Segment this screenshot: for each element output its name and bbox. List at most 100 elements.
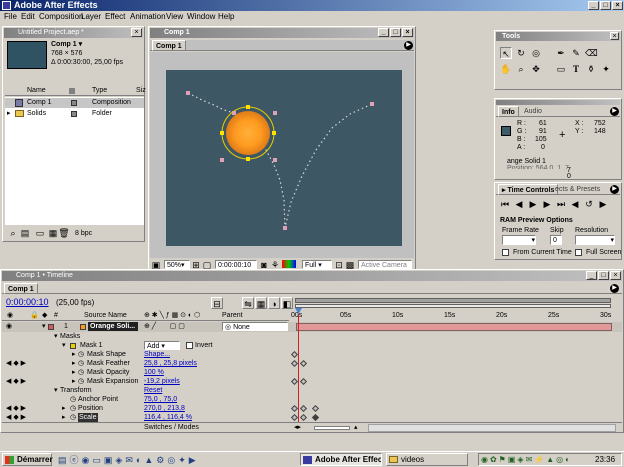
region-icon[interactable]: ⊡ — [334, 259, 344, 270]
folder-icon[interactable]: ▭ — [92, 455, 104, 465]
camera-dropdown[interactable]: Active Camera — [358, 260, 412, 269]
timeline-maximize-button[interactable]: □ — [598, 271, 609, 280]
property-value[interactable]: 75,0 , 75,0 — [144, 395, 177, 404]
mask-mode-dropdown[interactable]: Add ▾ — [144, 341, 180, 350]
close-button[interactable]: × — [612, 1, 623, 10]
eraser-tool-icon[interactable]: ⌫ — [585, 47, 598, 59]
property-value[interactable]: Shape... — [144, 350, 170, 359]
expand-arrow-icon[interactable]: ▾ — [54, 332, 58, 341]
menu-help[interactable]: Help — [218, 11, 234, 23]
menu-layer[interactable]: Layer — [81, 11, 101, 23]
expand-arrow-icon[interactable]: ▸ — [72, 368, 76, 377]
column-type[interactable]: Type — [92, 86, 107, 95]
property-row[interactable]: ▾ Mask 1 Add ▾ Invert — [2, 341, 622, 350]
property-value[interactable]: 100 % — [144, 368, 164, 377]
source-name-header[interactable]: Source Name — [84, 311, 127, 320]
work-area-bar[interactable] — [295, 298, 611, 303]
menu-view[interactable]: View — [166, 11, 183, 23]
tools-close-button[interactable]: × — [610, 32, 619, 40]
zoom-tool-icon[interactable]: ⌕ — [515, 63, 527, 75]
column-size[interactable]: Siz — [136, 86, 146, 95]
app-icon[interactable]: ⚙ — [156, 455, 167, 465]
task-videos[interactable]: videos — [386, 453, 468, 466]
task-after-effects[interactable]: Adobe After Effects — [300, 453, 382, 466]
clock[interactable]: 23:36 — [595, 454, 615, 465]
keyframe-nav-icon[interactable]: ◀ ◆ ▶ — [6, 404, 26, 413]
keyframe[interactable] — [290, 413, 299, 422]
stopwatch-icon[interactable]: ◷ — [70, 395, 76, 404]
zoom-dropdown[interactable]: 50%▾ — [164, 260, 190, 269]
comp-maximize-button[interactable]: □ — [390, 28, 401, 37]
property-row[interactable]: ◀ ◆ ▶ ▸ ◷ Position 270,0 , 213,8 — [2, 404, 622, 413]
property-row[interactable]: ▸ ◷ Mask Opacity 100 % — [2, 368, 622, 377]
expand-arrow-icon[interactable]: ▸ — [62, 404, 66, 413]
comp-close-button[interactable]: × — [402, 28, 413, 37]
mask-visibility-icon[interactable]: ▢ — [202, 259, 212, 270]
tab-effects-presets[interactable]: ects & Presets — [552, 184, 603, 195]
expand-arrow-icon[interactable]: ▸ — [62, 413, 66, 422]
keyframe[interactable] — [299, 359, 308, 368]
panel-menu-icon[interactable]: ▶ — [610, 185, 619, 194]
stopwatch-icon[interactable]: ◷ — [78, 368, 84, 377]
clone-stamp-icon[interactable]: ⚱ — [585, 63, 597, 75]
loop-icon[interactable]: ↺ — [583, 198, 595, 210]
property-row[interactable]: ▸ ◷ Mask Shape Shape... — [2, 350, 622, 359]
keyframe[interactable] — [290, 377, 299, 386]
property-value[interactable]: 116,4 , 116,4 % — [144, 413, 192, 422]
play-icon[interactable]: ▶ — [527, 198, 539, 210]
stopwatch-icon[interactable]: ◷ — [78, 359, 84, 368]
timeline-timecode[interactable]: 0:00:00:10 — [6, 297, 49, 308]
pen-tool-icon[interactable]: ✒ — [555, 47, 567, 59]
stopwatch-icon[interactable]: ◷ — [78, 377, 84, 386]
property-value[interactable]: 25,8 , 25,8 pixels — [144, 359, 197, 368]
timeline-scrollbar[interactable] — [368, 424, 616, 432]
zoom-in-icon[interactable]: ▴ — [354, 423, 358, 432]
transparency-grid-icon[interactable]: ▩ — [345, 259, 355, 270]
app-icon[interactable]: ▣ — [104, 455, 116, 465]
keyframe[interactable] — [290, 350, 299, 359]
expand-arrow-icon[interactable]: ▸ — [72, 350, 76, 359]
time-navigator[interactable] — [295, 304, 611, 308]
project-close-button[interactable]: × — [131, 28, 142, 37]
timeline-minimize-button[interactable]: _ — [586, 271, 597, 280]
rotation-tool-icon[interactable]: ↻ — [515, 47, 527, 59]
property-value[interactable]: Reset — [144, 386, 162, 395]
media-icon[interactable]: ◉ — [82, 455, 93, 465]
previous-frame-icon[interactable]: ◀ — [513, 198, 525, 210]
tab-audio[interactable]: Audio — [521, 106, 545, 117]
property-row[interactable]: ▾ Transform Reset — [2, 386, 622, 395]
find-icon[interactable]: ⌕ — [7, 227, 19, 239]
property-row[interactable]: ◀ ◆ ▶ ▸ ◷ Scale 116,4 , 116,4 % — [2, 413, 622, 422]
zoom-out-icon[interactable]: ◂▸ — [294, 423, 301, 432]
panel-menu-icon[interactable]: ▶ — [404, 41, 413, 50]
shy-layers-icon[interactable]: ⇋ — [242, 297, 254, 309]
app-icon[interactable]: ▲ — [144, 455, 156, 465]
stopwatch-icon[interactable]: ◷ — [70, 404, 76, 413]
timeline-close-button[interactable]: × — [610, 271, 621, 280]
from-current-time-checkbox[interactable] — [502, 249, 509, 256]
first-frame-icon[interactable]: ⏮ — [499, 198, 511, 210]
keyframe[interactable] — [311, 404, 320, 413]
comp-minimize-button[interactable]: _ — [378, 28, 389, 37]
safe-zones-icon[interactable]: ⊞ — [191, 259, 201, 270]
start-button[interactable]: Démarrer — [2, 453, 53, 466]
menu-file[interactable]: File — [4, 11, 17, 23]
property-value[interactable]: -19,2 pixels — [144, 377, 180, 386]
resolution-dropdown[interactable]: ▾ — [575, 235, 615, 245]
layer-duration-bar[interactable] — [296, 323, 612, 331]
pan-behind-icon[interactable]: ✥ — [530, 63, 542, 75]
property-row[interactable]: ▾ Masks — [2, 332, 622, 341]
app-icon[interactable]: ✉ — [125, 455, 136, 465]
time-ruler[interactable]: 00s 05s 10s 15s 20s 25s 30s — [290, 297, 622, 321]
column-name[interactable]: Name — [27, 86, 46, 95]
keyframe-nav-icon[interactable]: ◀ ◆ ▶ — [6, 413, 26, 422]
keyframe[interactable] — [299, 413, 308, 422]
comp-canvas[interactable] — [166, 70, 402, 246]
brush-tool-icon[interactable]: ✎ — [570, 47, 582, 59]
expand-arrow-icon[interactable]: ▾ — [54, 386, 58, 395]
project-comp-name[interactable]: Comp 1 ▾ — [51, 40, 82, 49]
playhead-line[interactable] — [298, 314, 299, 422]
project-bpc[interactable]: 8 bpc — [75, 229, 92, 238]
snapshot-icon[interactable]: ◙ — [259, 259, 269, 270]
app-icon[interactable]: ◎ — [167, 455, 178, 465]
